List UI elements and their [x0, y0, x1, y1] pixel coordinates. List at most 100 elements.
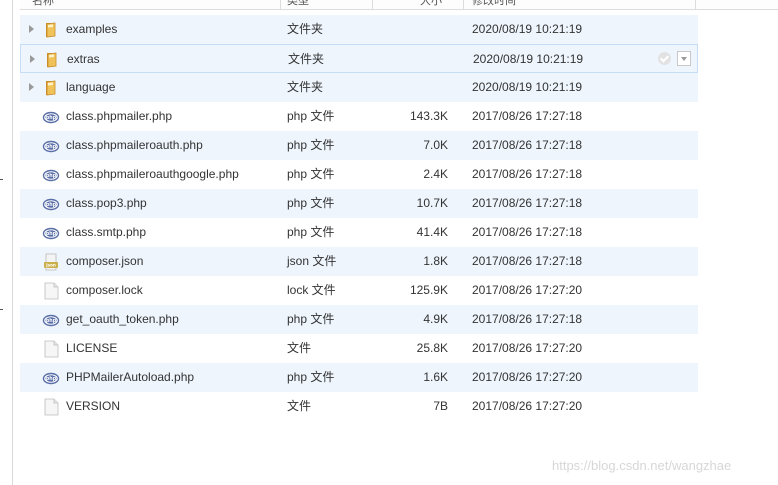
file-type: 文件夹	[288, 52, 325, 66]
file-type: 文件夹	[287, 80, 324, 94]
file-size: 1.6K	[423, 370, 448, 384]
file-row[interactable]: php class.phpmaileroauth.php php 文件 7.0K 201…	[20, 131, 698, 160]
file-date: 2017/08/26 17:27:20	[472, 283, 583, 297]
file-type: 文件夹	[287, 22, 324, 36]
blank-file-icon	[42, 398, 60, 416]
svg-text:json: json	[45, 263, 56, 268]
file-name: PHPMailerAutoload.php	[66, 370, 195, 384]
header-name[interactable]: 名称	[32, 0, 54, 9]
file-type: lock 文件	[287, 283, 336, 297]
file-row[interactable]: php PHPMailerAutoload.php php 文件 1.6K 2017/0…	[20, 363, 698, 392]
file-row[interactable]: VERSION 文件 7B 2017/08/26 17:27:20	[20, 392, 698, 421]
file-size: 7B	[433, 399, 448, 413]
php-file-icon: php	[42, 108, 60, 126]
file-name: get_oauth_token.php	[66, 312, 179, 326]
file-name: class.phpmaileroauth.php	[66, 138, 203, 152]
folder-icon	[42, 79, 60, 97]
file-type: php 文件	[287, 196, 335, 210]
file-date: 2017/08/26 17:27:18	[472, 254, 583, 268]
check-icon[interactable]	[658, 52, 671, 65]
file-row[interactable]: LICENSE 文件 25.8K 2017/08/26 17:27:20	[20, 334, 698, 363]
expand-arrow-icon[interactable]	[29, 83, 34, 91]
svg-text:php: php	[46, 318, 57, 324]
file-name: composer.lock	[66, 283, 143, 297]
file-type: php 文件	[287, 138, 335, 152]
svg-text:php: php	[46, 376, 57, 382]
file-size: 125.9K	[409, 283, 448, 297]
json-file-icon: json	[42, 253, 60, 271]
file-row[interactable]: php class.smtp.php php 文件 41.4K 2017/08/26 1…	[20, 218, 698, 247]
file-date: 2017/08/26 17:27:18	[472, 196, 583, 210]
header-date[interactable]: 修改时间	[472, 0, 516, 9]
svg-text:php: php	[46, 231, 57, 237]
header-separator[interactable]	[372, 0, 373, 9]
file-row[interactable]: composer.lock lock 文件 125.9K 2017/08/26 17:…	[20, 276, 698, 305]
file-date: 2020/08/19 10:21:19	[473, 52, 584, 66]
file-size: 25.8K	[416, 341, 448, 355]
folder-row[interactable]: extras 文件夹 2020/08/19 10:21:19	[20, 44, 698, 73]
file-size: 4.9K	[423, 312, 448, 326]
file-row[interactable]: php class.phpmaileroauthgoogle.php php 文件 2…	[20, 160, 698, 189]
file-type: php 文件	[287, 370, 335, 384]
file-date: 2017/08/26 17:27:18	[472, 138, 583, 152]
file-date: 2017/08/26 17:27:18	[472, 225, 583, 239]
file-size: 143.3K	[409, 109, 448, 123]
header-separator[interactable]	[280, 0, 281, 9]
column-header: 名称 类型 大小 修改时间	[20, 0, 778, 10]
php-file-icon: php	[42, 166, 60, 184]
file-date: 2017/08/26 17:27:20	[472, 341, 583, 355]
file-date: 2020/08/19 10:21:19	[472, 80, 583, 94]
header-size[interactable]: 大小	[420, 0, 442, 9]
header-separator[interactable]	[695, 0, 696, 9]
file-date: 2020/08/19 10:21:19	[472, 22, 583, 36]
file-list: examples 文件夹 2020/08/19 10:21:19 extras 文件夹 2…	[20, 15, 698, 421]
file-name: class.phpmailer.php	[66, 109, 173, 123]
file-name: class.phpmaileroauthgoogle.php	[66, 167, 239, 181]
left-panel-edge	[0, 0, 13, 485]
file-type: php 文件	[287, 167, 335, 181]
file-date: 2017/08/26 17:27:20	[472, 370, 583, 384]
file-date: 2017/08/26 17:27:20	[472, 399, 583, 413]
file-row[interactable]: php class.pop3.php php 文件 10.7K 2017/08/26 1…	[20, 189, 698, 218]
file-name: composer.json	[66, 254, 144, 268]
file-row[interactable]: php get_oauth_token.php php 文件 4.9K 2017/08/…	[20, 305, 698, 334]
file-name: extras	[67, 52, 100, 66]
blank-file-icon	[42, 340, 60, 358]
folder-row[interactable]: examples 文件夹 2020/08/19 10:21:19	[20, 15, 698, 44]
file-size: 41.4K	[416, 225, 448, 239]
file-size: 2.4K	[423, 167, 448, 181]
rail-mark	[0, 309, 3, 310]
file-size: 1.8K	[423, 254, 448, 268]
file-date: 2017/08/26 17:27:18	[472, 312, 583, 326]
file-size: 7.0K	[423, 138, 448, 152]
expand-arrow-icon[interactable]	[29, 25, 34, 33]
svg-text:php: php	[46, 202, 57, 208]
file-row[interactable]: php class.phpmailer.php php 文件 143.3K 2017/0…	[20, 102, 698, 131]
header-type[interactable]: 类型	[287, 0, 309, 9]
php-file-icon: php	[42, 369, 60, 387]
folder-row[interactable]: language 文件夹 2020/08/19 10:21:19	[20, 73, 698, 102]
php-file-icon: php	[42, 224, 60, 242]
folder-icon	[43, 51, 61, 69]
file-date: 2017/08/26 17:27:18	[472, 167, 583, 181]
header-separator[interactable]	[463, 0, 464, 9]
rail-mark	[0, 179, 3, 180]
expand-arrow-icon[interactable]	[30, 55, 35, 63]
file-name: class.pop3.php	[66, 196, 147, 210]
file-date: 2017/08/26 17:27:18	[472, 109, 583, 123]
file-type: php 文件	[287, 312, 335, 326]
php-file-icon: php	[42, 195, 60, 213]
file-type: json 文件	[287, 254, 337, 268]
file-name: class.smtp.php	[66, 225, 147, 239]
file-type: php 文件	[287, 225, 335, 239]
file-name: VERSION	[66, 399, 121, 413]
dropdown-icon[interactable]	[677, 51, 691, 66]
file-row[interactable]: json composer.json json 文件 1.8K 2017/08/26 1…	[20, 247, 698, 276]
file-type: 文件	[287, 341, 312, 355]
file-type: 文件	[287, 399, 312, 413]
php-file-icon: php	[42, 137, 60, 155]
svg-text:php: php	[46, 115, 57, 121]
watermark: https://blog.csdn.net/wangzhae	[552, 458, 732, 473]
php-file-icon: php	[42, 311, 60, 329]
file-name: examples	[66, 22, 118, 36]
